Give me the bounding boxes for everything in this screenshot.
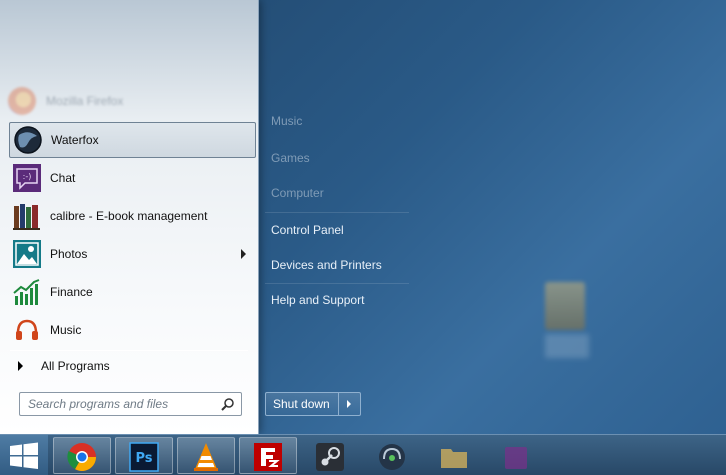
firefox-icon (8, 87, 36, 115)
vlc-icon (194, 443, 218, 471)
finance-icon (13, 279, 40, 305)
faded-item-firefox: Mozilla Firefox (8, 84, 253, 118)
pinned-item-finance[interactable]: Finance (9, 274, 256, 310)
start-button[interactable] (0, 435, 48, 475)
right-item-control-panel[interactable]: Control Panel (271, 223, 344, 243)
taskbar-photoshop[interactable]: Ps (115, 437, 173, 474)
shutdown-options-arrow-icon[interactable] (347, 400, 351, 408)
shutdown-button[interactable]: Shut down (265, 392, 361, 416)
start-menu-left-pane: Mozilla Firefox Waterfox :-) Chat calibr… (0, 0, 259, 434)
right-item-games[interactable]: Games (271, 151, 310, 171)
chat-icon: :-) (13, 164, 41, 192)
windows-logo-icon (10, 442, 38, 469)
taskbar-chrome[interactable] (53, 437, 111, 474)
calibre-icon (13, 204, 40, 230)
pinned-item-chat[interactable]: :-) Chat (9, 160, 256, 196)
right-item-help-support[interactable]: Help and Support (271, 293, 364, 313)
app-icon (505, 447, 527, 469)
svg-text:Ps: Ps (135, 451, 152, 466)
pinned-item-music[interactable]: Music (9, 312, 256, 348)
photoshop-icon: Ps (129, 442, 159, 472)
pinned-item-calibre[interactable]: calibre - E-book management (9, 198, 256, 234)
filezilla-icon (254, 443, 282, 471)
right-pane-separator (265, 212, 409, 213)
taskbar-folder[interactable] (425, 437, 483, 474)
taskbar-filezilla[interactable] (239, 437, 297, 474)
steam-icon (316, 443, 344, 471)
taskbar-app[interactable] (487, 437, 545, 474)
right-item-music[interactable]: Music (271, 114, 302, 134)
right-item-computer[interactable]: Computer (271, 186, 324, 206)
taskbar-teamspeak[interactable] (363, 437, 421, 474)
teamspeak-icon (379, 444, 405, 470)
folder-icon (441, 449, 467, 468)
pinned-item-photos[interactable]: Photos (9, 236, 256, 272)
right-pane-separator (265, 283, 409, 284)
submenu-arrow-icon (241, 249, 246, 259)
expand-arrow-icon (18, 361, 23, 371)
search-input[interactable]: Search programs and files (19, 392, 242, 416)
right-item-devices-printers[interactable]: Devices and Printers (271, 258, 382, 278)
menu-separator (10, 350, 248, 351)
pinned-item-waterfox[interactable]: Waterfox (9, 122, 256, 158)
desktop-file-label (545, 334, 589, 358)
photos-icon (13, 240, 41, 268)
taskbar: Ps (0, 434, 726, 475)
music-icon (16, 319, 38, 340)
desktop-file-icon[interactable] (545, 282, 585, 330)
svg-text::-): :-) (23, 172, 32, 181)
all-programs-button[interactable]: All Programs (12, 355, 248, 377)
search-icon (221, 398, 234, 411)
waterfox-icon (14, 126, 42, 154)
shutdown-divider (338, 393, 339, 415)
taskbar-steam[interactable] (301, 437, 359, 474)
taskbar-vlc[interactable] (177, 437, 235, 474)
chrome-icon (67, 443, 96, 471)
